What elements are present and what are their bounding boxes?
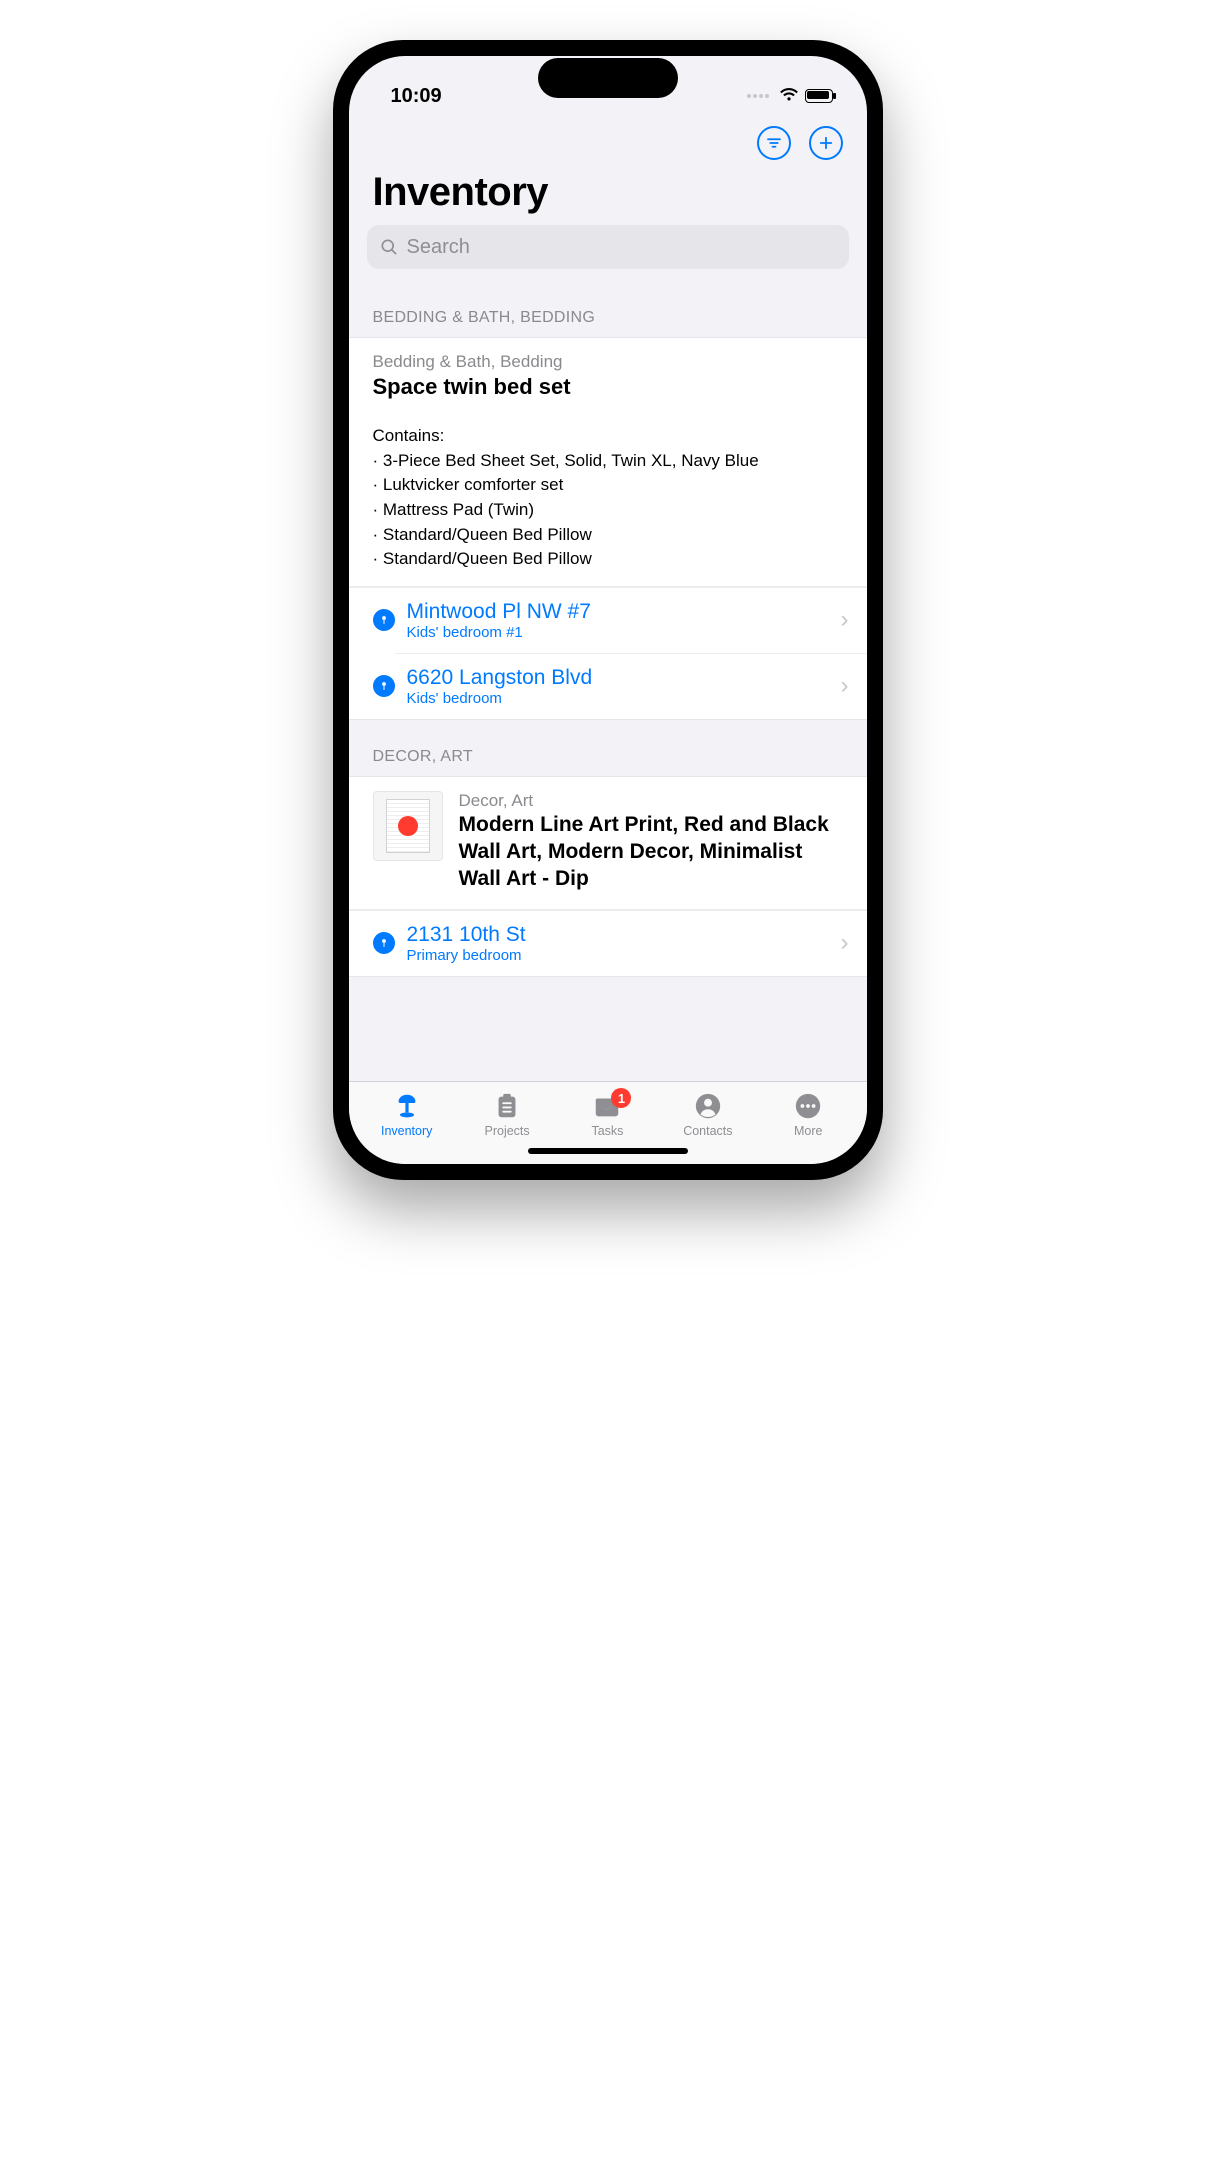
- inventory-item[interactable]: Bedding & Bath, Bedding Space twin bed s…: [349, 337, 867, 720]
- location-row[interactable]: 2131 10th St Primary bedroom ›: [349, 910, 867, 976]
- contains-line: Luktvicker comforter set: [373, 473, 843, 498]
- contains-line: 3-Piece Bed Sheet Set, Solid, Twin XL, N…: [373, 449, 843, 474]
- tab-label: Contacts: [683, 1124, 732, 1138]
- item-title: Space twin bed set: [373, 374, 843, 400]
- battery-icon: [805, 89, 833, 103]
- location-pin-icon: [373, 932, 395, 954]
- person-circle-icon: [693, 1090, 723, 1122]
- tab-tasks[interactable]: 1 Tasks: [567, 1090, 647, 1138]
- home-indicator[interactable]: [528, 1148, 688, 1154]
- contains-label: Contains:: [373, 424, 843, 449]
- dynamic-island: [538, 58, 678, 98]
- tab-label: Tasks: [591, 1124, 623, 1138]
- location-row[interactable]: 6620 Langston Blvd Kids' bedroom ›: [395, 653, 867, 719]
- chevron-right-icon: ›: [841, 672, 849, 700]
- clipboard-icon: [492, 1090, 522, 1122]
- artwork-icon: [386, 799, 430, 853]
- location-room: Kids' bedroom: [407, 690, 829, 707]
- plus-icon: [817, 134, 835, 152]
- phone-frame: 10:09 Inventory: [333, 40, 883, 1180]
- search-input[interactable]: [407, 236, 837, 259]
- location-room: Primary bedroom: [407, 947, 829, 964]
- search-bar[interactable]: [367, 225, 849, 269]
- tab-projects[interactable]: Projects: [467, 1090, 547, 1138]
- tab-contacts[interactable]: Contacts: [668, 1090, 748, 1138]
- wifi-icon: [779, 86, 799, 107]
- location-room: Kids' bedroom #1: [407, 624, 829, 641]
- location-pin-icon: [373, 609, 395, 631]
- item-thumbnail: [373, 791, 443, 861]
- section-header: DECOR, ART: [349, 720, 867, 776]
- screen: 10:09 Inventory: [349, 56, 867, 1164]
- tab-inventory[interactable]: Inventory: [367, 1090, 447, 1138]
- location-address: 6620 Langston Blvd: [407, 666, 829, 690]
- location-address: 2131 10th St: [407, 923, 829, 947]
- location-address: Mintwood Pl NW #7: [407, 600, 829, 624]
- section-header: BEDDING & BATH, BEDDING: [349, 281, 867, 337]
- tab-more[interactable]: More: [768, 1090, 848, 1138]
- tab-label: More: [794, 1124, 822, 1138]
- tasks-badge: 1: [611, 1088, 631, 1108]
- filter-button[interactable]: [757, 126, 791, 160]
- search-icon: [379, 237, 399, 257]
- filter-icon: [765, 134, 783, 152]
- item-contents: Contains: 3-Piece Bed Sheet Set, Solid, …: [349, 404, 867, 586]
- add-button[interactable]: [809, 126, 843, 160]
- tab-label: Projects: [485, 1124, 530, 1138]
- cellular-dots-icon: [747, 94, 769, 98]
- item-category: Decor, Art: [459, 791, 843, 811]
- status-right: [747, 86, 833, 107]
- ellipsis-circle-icon: [793, 1090, 823, 1122]
- inventory-item[interactable]: Decor, Art Modern Line Art Print, Red an…: [349, 776, 867, 977]
- tab-label: Inventory: [381, 1124, 432, 1138]
- header-toolbar: [349, 118, 867, 164]
- content-area[interactable]: BEDDING & BATH, BEDDING Bedding & Bath, …: [349, 281, 867, 1081]
- item-category: Bedding & Bath, Bedding: [373, 352, 843, 372]
- contains-line: Standard/Queen Bed Pillow: [373, 547, 843, 572]
- chevron-right-icon: ›: [841, 606, 849, 634]
- chevron-right-icon: ›: [841, 929, 849, 957]
- contains-line: Standard/Queen Bed Pillow: [373, 523, 843, 548]
- location-row[interactable]: Mintwood Pl NW #7 Kids' bedroom #1 ›: [349, 587, 867, 653]
- page-title: Inventory: [349, 164, 867, 225]
- location-pin-icon: [373, 675, 395, 697]
- status-time: 10:09: [391, 85, 442, 108]
- item-title: Modern Line Art Print, Red and Black Wal…: [459, 811, 843, 893]
- lamp-icon: [392, 1090, 422, 1122]
- contains-line: Mattress Pad (Twin): [373, 498, 843, 523]
